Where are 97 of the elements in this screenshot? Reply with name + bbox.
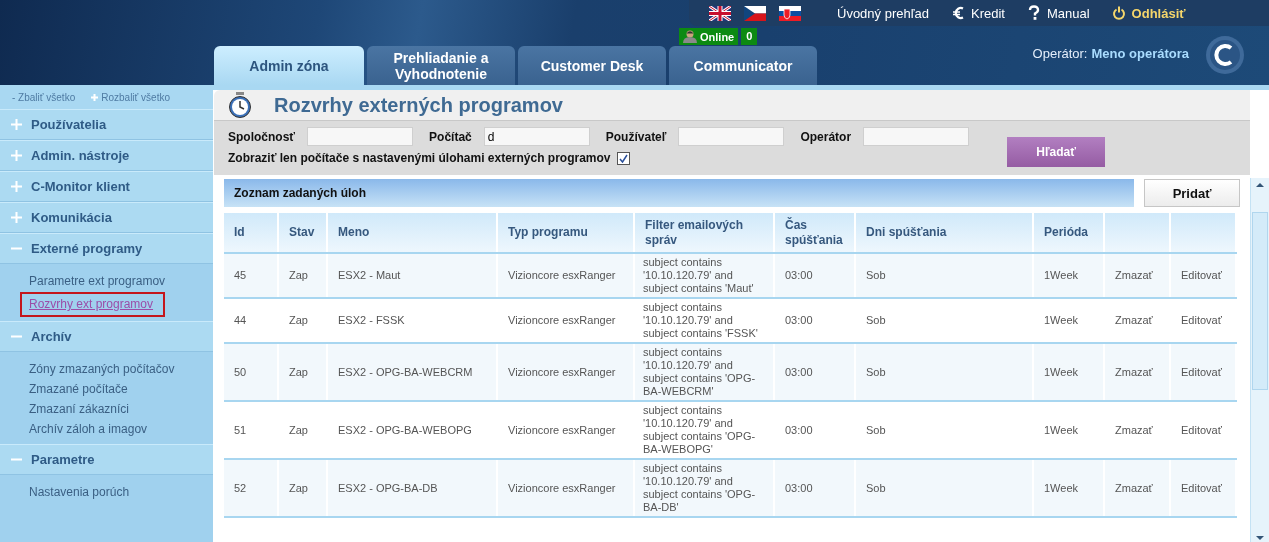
top-link[interactable]: Úvodný prehľad [837, 5, 929, 21]
sidebar-item[interactable]: Zmazaní zákazníci [29, 402, 130, 416]
table-cell: 03:00 [774, 253, 855, 298]
table-cell: 52 [224, 459, 278, 517]
operator-name: Meno operátora [1091, 46, 1189, 61]
person-icon [683, 30, 697, 43]
column-header: Čas spúšťania [774, 213, 855, 253]
table-cell: subject contains '10.10.120.79' and subject contains 'OPG-BA-WEBCRM' [634, 343, 774, 401]
table-cell: ESX2 - OPG-BA-WEBCRM [327, 343, 497, 401]
table-cell: Zap [278, 459, 327, 517]
sidebar-item[interactable]: Zóny zmazaných počítačov [29, 362, 175, 376]
table-cell: Vizioncore esxRanger [497, 253, 634, 298]
uk-flag-icon[interactable] [709, 5, 731, 21]
sidebar-item[interactable]: Nastavenia porúch [29, 485, 130, 499]
table-cell: 1Week [1033, 343, 1104, 401]
column-header: Id [224, 213, 278, 253]
checkbox[interactable] [616, 151, 630, 165]
field-label: Spoločnosť [228, 129, 296, 144]
plus-icon [91, 94, 99, 101]
plus-icon[interactable] [11, 119, 22, 130]
top-link[interactable]: Kredit [950, 5, 1005, 21]
sidebar-item[interactable]: Zmazané počítače [29, 382, 128, 396]
sidebar-item[interactable]: Archív záloh a imagov [29, 422, 148, 436]
table-cell: 50 [224, 343, 278, 401]
sidebar-group[interactable]: Archív [31, 329, 72, 344]
operator-label: Operátor: [1032, 46, 1088, 61]
table-cell: ESX2 - Maut [327, 253, 497, 298]
online-status-badge: Online [679, 28, 739, 45]
table-cell: Zap [278, 343, 327, 401]
scrollbar[interactable] [1250, 178, 1269, 542]
question-mark-icon [1026, 5, 1041, 21]
column-header: Filter emailových správ [634, 213, 774, 253]
table-cell: 1Week [1033, 459, 1104, 517]
top-link[interactable]: Manual [1026, 5, 1090, 21]
page-title: Rozvrhy externých programov [274, 93, 563, 117]
power-icon [1111, 5, 1126, 21]
table-cell: Vizioncore esxRanger [497, 343, 634, 401]
nav-tab[interactable]: Prehliadanie a Vyhodnotenie [367, 46, 515, 85]
column-header: Meno [327, 213, 497, 253]
table-cell: Vizioncore esxRanger [497, 459, 634, 517]
expand-all-link[interactable]: Rozbaliť všetko [91, 92, 170, 103]
nav-tab[interactable]: Admin zóna [214, 46, 364, 85]
nav-tab[interactable]: Customer Desk [518, 46, 666, 85]
column-header: Dni spúšťania [855, 213, 1033, 253]
delete-link[interactable]: Zmazať [1115, 365, 1153, 378]
table-cell: ESX2 - OPG-BA-DB [327, 459, 497, 517]
table-cell: Zap [278, 253, 327, 298]
table-cell: Sob [855, 343, 1033, 401]
edit-link[interactable]: Editovať [1181, 423, 1222, 436]
text-input[interactable] [863, 127, 970, 146]
table-cell: Sob [855, 253, 1033, 298]
czech-flag-icon[interactable] [744, 5, 766, 21]
add-button[interactable]: Pridať [1144, 179, 1240, 207]
section-header: Zoznam zadaných úloh [224, 179, 1134, 207]
field-label: Operátor [800, 129, 852, 144]
plus-icon[interactable] [11, 150, 22, 161]
sidebar-item[interactable]: Rozvrhy ext programov [20, 292, 166, 317]
field-label: Počítač [429, 129, 472, 144]
edit-link[interactable]: Editovať [1181, 269, 1222, 281]
search-button[interactable]: Hľadať [1007, 137, 1106, 167]
plus-icon[interactable] [11, 181, 22, 192]
table-cell: subject contains '10.10.120.79' and subject contains 'Maut' [634, 253, 774, 298]
table-cell: 1Week [1033, 253, 1104, 298]
clock-icon [228, 92, 252, 118]
table-cell: 45 [224, 253, 278, 298]
table-cell: Sob [855, 459, 1033, 517]
delete-link[interactable]: Zmazať [1115, 423, 1153, 436]
euro-icon [950, 5, 965, 21]
edit-link[interactable]: Editovať [1181, 365, 1222, 378]
collapse-all-link[interactable]: - Zbaliť všetko [12, 92, 76, 103]
column-header: Stav [278, 213, 327, 253]
column-header: Perióda [1033, 213, 1104, 253]
text-input[interactable] [307, 127, 414, 146]
slovak-flag-icon[interactable] [779, 5, 801, 21]
logout-link[interactable]: Odhlásiť [1111, 5, 1186, 21]
checkbox-label: Zobraziť len počítače s nastavenými úlohami externých programov [228, 151, 611, 165]
sidebar-group[interactable]: Používatelia [31, 117, 107, 132]
edit-link[interactable]: Editovať [1181, 481, 1222, 494]
text-input[interactable]: d [483, 127, 590, 146]
text-input[interactable] [678, 127, 785, 146]
column-header: Typ programu [497, 213, 634, 253]
count-badge: 0 [741, 28, 758, 45]
sidebar-item[interactable]: Parametre ext programov [29, 274, 166, 288]
check-icon [618, 153, 628, 163]
plus-icon[interactable] [11, 212, 22, 223]
nav-tab[interactable]: Communicator [669, 46, 817, 85]
table-cell: subject contains '10.10.120.79' and subject contains 'OPG-BA-DB' [634, 459, 774, 517]
logo-icon [1205, 35, 1245, 75]
sidebar-group[interactable]: Parametre [31, 452, 95, 467]
edit-link[interactable]: Editovať [1181, 314, 1222, 326]
delete-link[interactable]: Zmazať [1115, 269, 1153, 281]
field-label: Používateľ [605, 129, 667, 144]
sidebar-group[interactable]: Komunikácia [31, 210, 112, 225]
table-cell: 03:00 [774, 459, 855, 517]
delete-link[interactable]: Zmazať [1115, 481, 1153, 494]
table-cell: 03:00 [774, 343, 855, 401]
delete-link[interactable]: Zmazať [1115, 314, 1153, 326]
